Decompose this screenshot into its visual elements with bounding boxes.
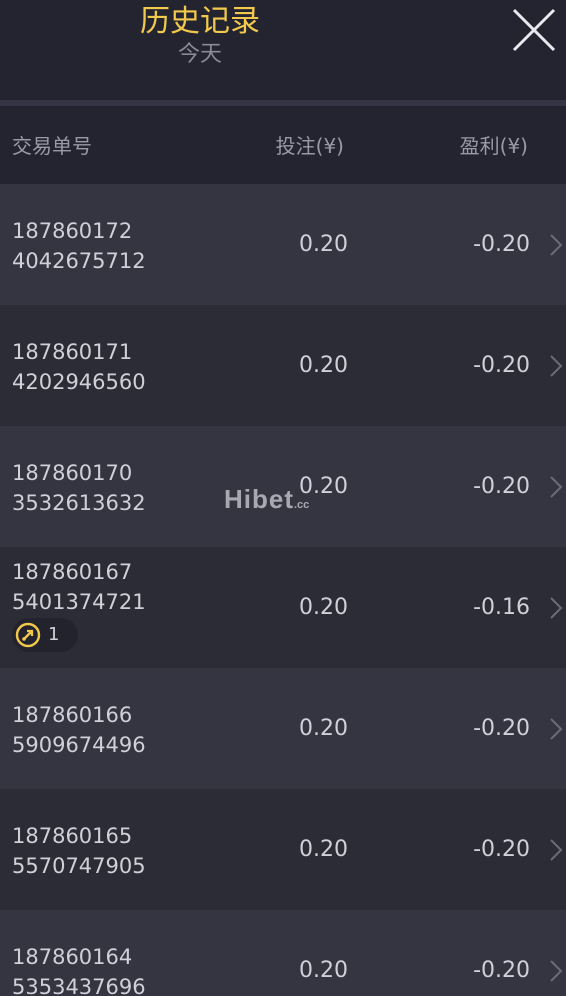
order-number-line2: 4202946560: [12, 370, 146, 394]
chevron-right-icon: [550, 718, 563, 740]
order-number-line1: 187860170: [12, 461, 133, 485]
history-row[interactable]: 187860166 5909674496 0.20 -0.20: [0, 668, 566, 789]
bet-amount: 0.20: [299, 595, 348, 620]
history-row[interactable]: 187860167 5401374721 1 0.20 -0.16: [0, 547, 566, 668]
profit-amount: -0.20: [473, 958, 530, 983]
column-header-row: 交易单号 投注(¥) 盈利(¥): [0, 106, 566, 184]
order-number-line1: 187860165: [12, 824, 133, 848]
bet-amount: 0.20: [299, 837, 348, 862]
history-row[interactable]: 187860172 4042675712 0.20 -0.20: [0, 184, 566, 305]
chevron-right-icon: [550, 234, 563, 256]
order-number: 187860166 5909674496: [12, 700, 146, 760]
date-filter-label[interactable]: 今天: [0, 40, 400, 70]
bet-amount: 0.20: [299, 232, 348, 257]
order-number: 187860170 3532613632: [12, 458, 146, 518]
header: 历史记录 今天: [0, 0, 566, 100]
order-number: 187860167 5401374721: [12, 557, 146, 617]
history-list: 187860172 4042675712 0.20 -0.20 18786017…: [0, 184, 566, 996]
order-number-line2: 4042675712: [12, 249, 146, 273]
page-title: 历史记录: [140, 4, 260, 39]
chevron-right-icon: [550, 839, 563, 861]
chevron-right-icon: [550, 355, 563, 377]
column-header-bet: 投注(¥): [275, 134, 344, 158]
chevron-right-icon: [550, 960, 563, 982]
history-row[interactable]: 187860164 5353437696 0.20 -0.20: [0, 910, 566, 996]
order-number-line2: 3532613632: [12, 491, 146, 515]
close-button[interactable]: [510, 6, 558, 54]
profit-amount: -0.20: [473, 716, 530, 741]
profit-amount: -0.20: [473, 474, 530, 499]
profit-amount: -0.20: [473, 232, 530, 257]
spin-icon: [15, 622, 41, 648]
order-number: 187860165 5570747905: [12, 821, 146, 881]
order-number-line2: 5570747905: [12, 854, 146, 878]
order-number-line1: 187860167: [12, 560, 133, 584]
order-number-line2: 5353437696: [12, 975, 146, 996]
watermark-logo: Hibet.cc: [224, 484, 309, 520]
bet-amount: 0.20: [299, 353, 348, 378]
order-number-line1: 187860172: [12, 219, 133, 243]
free-spin-badge: 1: [12, 618, 78, 652]
chevron-right-icon: [550, 597, 563, 619]
chevron-right-icon: [550, 476, 563, 498]
watermark-text: Hibet: [224, 484, 294, 514]
order-number: 187860172 4042675712: [12, 216, 146, 276]
history-row[interactable]: 187860171 4202946560 0.20 -0.20: [0, 305, 566, 426]
profit-amount: -0.20: [473, 353, 530, 378]
order-number-line1: 187860164: [12, 945, 133, 969]
column-header-profit: 盈利(¥): [459, 134, 528, 158]
watermark-suffix: .cc: [294, 499, 310, 511]
free-spin-count: 1: [48, 624, 60, 645]
order-number-line2: 5909674496: [12, 733, 146, 757]
profit-amount: -0.16: [473, 595, 530, 620]
order-number: 187860164 5353437696: [12, 942, 146, 996]
history-screen: 历史记录 今天 交易单号 投注(¥) 盈利(¥) 187860172 40426…: [0, 0, 566, 996]
order-number-line2: 5401374721: [12, 590, 146, 614]
order-number-line1: 187860171: [12, 340, 133, 364]
column-header-order: 交易单号: [12, 134, 92, 158]
order-number-line1: 187860166: [12, 703, 133, 727]
bet-amount: 0.20: [299, 958, 348, 983]
close-icon: [512, 8, 556, 52]
bet-amount: 0.20: [299, 716, 348, 741]
history-row[interactable]: 187860165 5570747905 0.20 -0.20: [0, 789, 566, 910]
profit-amount: -0.20: [473, 837, 530, 862]
order-number: 187860171 4202946560: [12, 337, 146, 397]
